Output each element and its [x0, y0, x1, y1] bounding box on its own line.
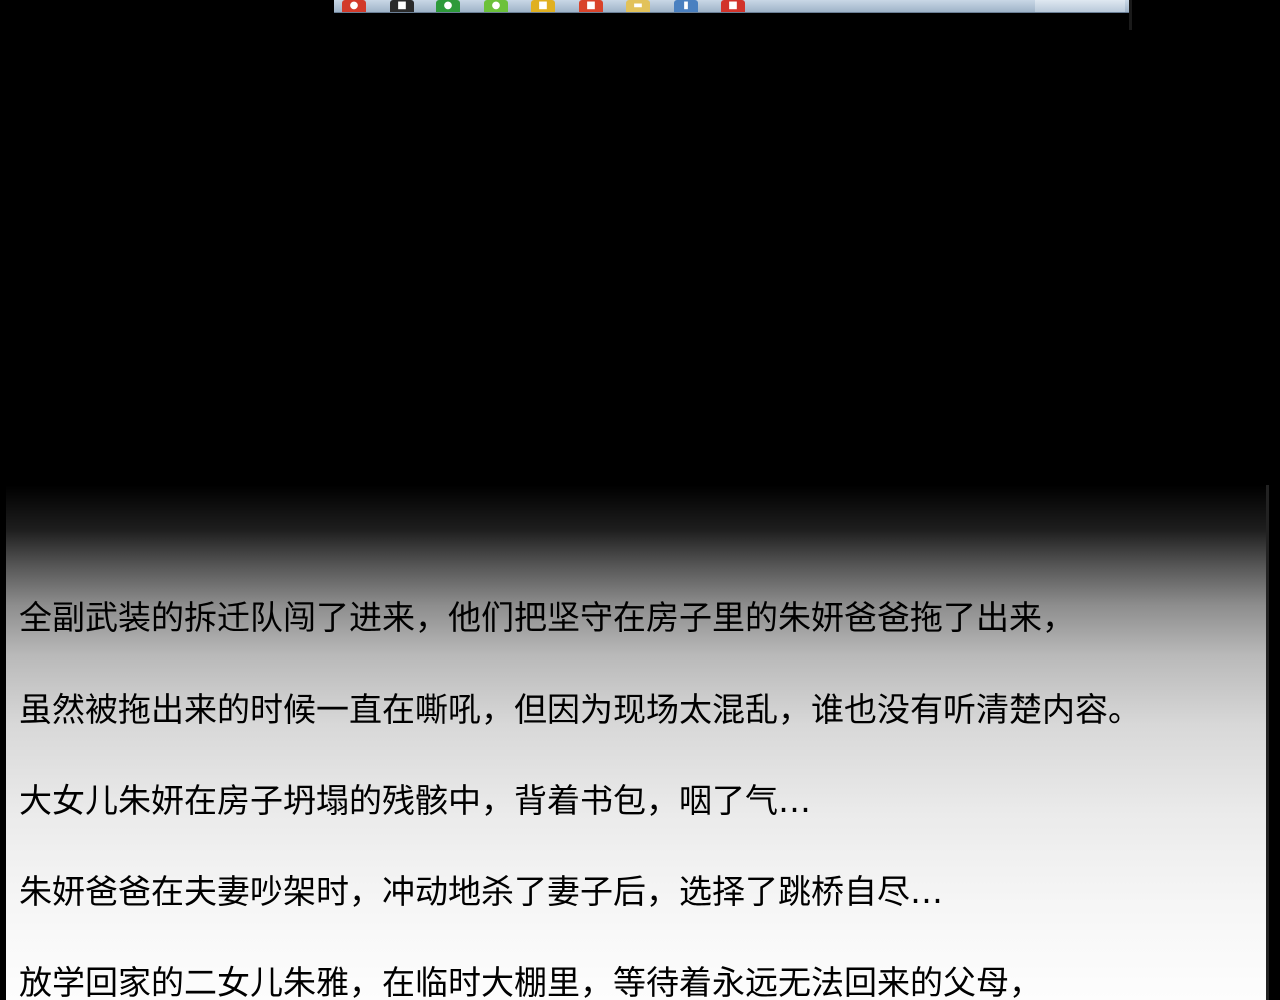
- taskbar-strip: ● ■ ● ● ■ ■ ▬ ▮ ■: [334, 0, 1131, 13]
- narration-panel: [6, 485, 1268, 1000]
- narration-line-3: 大女儿朱妍在房子坍塌的残骸中，背着书包，咽了气…: [19, 781, 811, 820]
- window-edge: [1129, 0, 1132, 30]
- folder-icon[interactable]: ▬: [626, 0, 650, 12]
- media-icon[interactable]: ■: [390, 0, 414, 12]
- panel-border: [1266, 485, 1269, 1000]
- narration-line-1: 全副武装的拆迁队闯了进来，他们把坚守在房子里的朱妍爸爸拖了出来，: [19, 598, 1075, 637]
- system-tray[interactable]: [1035, 0, 1125, 12]
- html5-icon[interactable]: ■: [579, 0, 603, 12]
- document-icon[interactable]: ▮: [674, 0, 698, 12]
- player-icon[interactable]: ●: [484, 0, 508, 12]
- browser-icon[interactable]: ●: [342, 0, 366, 12]
- narration-line-4: 朱妍爸爸在夫妻吵架时，冲动地杀了妻子后，选择了跳桥自尽…: [19, 872, 943, 911]
- narration-line-2: 虽然被拖出来的时候一直在嘶吼，但因为现场太混乱，谁也没有听清楚内容。: [19, 690, 1141, 729]
- chat-icon[interactable]: ●: [436, 0, 460, 12]
- narration-line-5: 放学回家的二女儿朱雅，在临时大棚里，等待着永远无法回来的父母，: [19, 963, 1042, 1000]
- store-icon[interactable]: ■: [721, 0, 745, 12]
- app-icon[interactable]: ■: [531, 0, 555, 12]
